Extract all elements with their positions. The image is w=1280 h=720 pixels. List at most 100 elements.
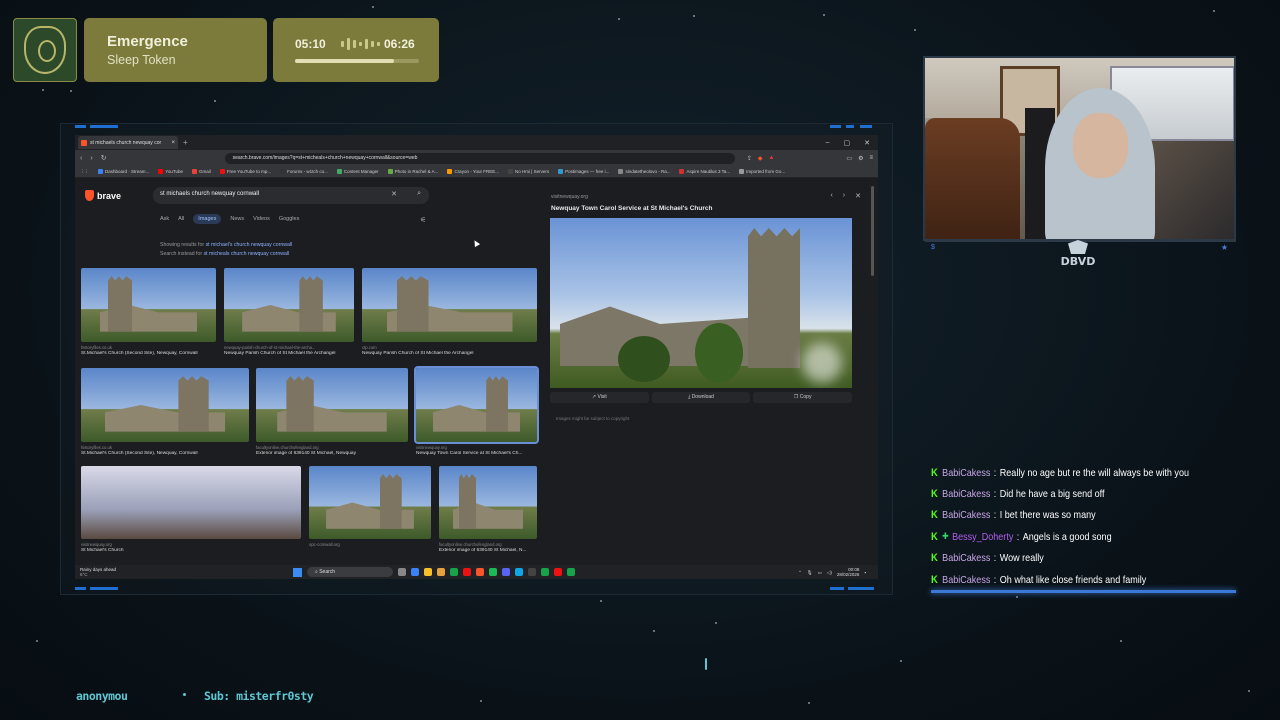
taskbar-app-icon[interactable] bbox=[567, 568, 575, 576]
next-image-icon[interactable]: › bbox=[843, 192, 845, 200]
result-caption[interactable]: Exterior image of 639140 St Michael, New… bbox=[256, 451, 408, 456]
result-thumbnail[interactable] bbox=[256, 368, 408, 442]
close-tab-icon[interactable]: × bbox=[171, 140, 175, 146]
forward-icon[interactable]: › bbox=[90, 155, 92, 162]
download-button[interactable]: ⤓ Download bbox=[651, 392, 751, 403]
taskbar-app-icon[interactable] bbox=[502, 568, 510, 576]
tab-ask[interactable]: Ask bbox=[160, 216, 169, 224]
sidebar-icon[interactable]: ▭ bbox=[846, 155, 852, 162]
tab-videos[interactable]: Videos bbox=[253, 216, 270, 224]
notification-icon[interactable]: ▪ bbox=[864, 570, 866, 575]
mic-icon[interactable]: 🎙 bbox=[807, 570, 813, 575]
corrected-query-link[interactable]: st michael's church newquay cornwall bbox=[206, 242, 293, 248]
taskbar-app-icon[interactable] bbox=[411, 568, 419, 576]
result-caption[interactable]: St.Michael's Church (Second Site), Newqu… bbox=[81, 351, 216, 356]
bookmark-item[interactable]: YouTube bbox=[158, 169, 183, 174]
tray-overflow-icon[interactable]: ⌃ bbox=[798, 570, 802, 575]
result-thumbnail[interactable] bbox=[414, 366, 539, 444]
preview-source[interactable]: visitnewquay.org bbox=[551, 194, 588, 200]
taskbar-app-icon[interactable] bbox=[437, 568, 445, 576]
image-result[interactable]: ctp.com Newquay Parish Church of St Micha… bbox=[362, 268, 537, 356]
back-icon[interactable]: ‹ bbox=[80, 155, 82, 162]
image-result[interactable]: facultyonline.churchofengland.org Exterio… bbox=[439, 466, 537, 553]
image-result[interactable]: opc-cornwall.org bbox=[309, 466, 431, 548]
page-scrollbar[interactable] bbox=[871, 186, 874, 276]
image-result[interactable]: visitnewquay.org St Michael's Church bbox=[81, 466, 301, 553]
result-caption[interactable]: Exterior image of 639140 St Michael, N..… bbox=[439, 548, 537, 553]
tab-goggles[interactable]: Goggles bbox=[279, 216, 300, 224]
original-query-link[interactable]: st micheals church newquay cornwall bbox=[204, 251, 290, 257]
bookmark-item[interactable]: Free YouTube to mp... bbox=[219, 169, 271, 174]
rewards-icon[interactable]: ▲ bbox=[768, 155, 774, 162]
new-tab-icon[interactable]: + bbox=[183, 138, 188, 147]
bookmark-item[interactable]: Aspire Nautilus 3 Ta... bbox=[679, 169, 730, 174]
taskbar-app-icon[interactable] bbox=[489, 568, 497, 576]
bookmark-item[interactable]: Forums - w1tch co... bbox=[280, 169, 328, 174]
taskbar-app-icon[interactable] bbox=[450, 568, 458, 576]
search-input[interactable]: st michaels church newquay cornwall ✕ ⌕ bbox=[153, 187, 429, 204]
image-result[interactable]: newquay-parish-church-of-st-michael-the-… bbox=[224, 268, 354, 356]
minimize-icon[interactable]: – bbox=[826, 139, 830, 147]
image-result[interactable]: facultyonline.churchofengland.org Exterio… bbox=[256, 368, 408, 456]
close-window-icon[interactable]: ✕ bbox=[864, 139, 870, 147]
taskbar-app-icon[interactable] bbox=[515, 568, 523, 576]
windows-start-icon[interactable] bbox=[293, 567, 302, 577]
bookmark-item[interactable]: sindatetheolovo - Ra... bbox=[618, 169, 670, 174]
preview-title[interactable]: Newquay Town Carol Service at St Michael… bbox=[551, 205, 712, 212]
image-result[interactable]: historyfiles.co.uk St.Michael's Church (S… bbox=[81, 268, 216, 356]
result-caption[interactable]: St.Michael's Church (Second Site), Newqu… bbox=[81, 451, 249, 456]
clear-search-icon[interactable]: ✕ bbox=[391, 190, 397, 198]
tab-all[interactable]: All bbox=[178, 216, 184, 224]
taskbar-app-icon[interactable] bbox=[541, 568, 549, 576]
image-result[interactable]: historyfiles.co.uk St.Michael's Church (S… bbox=[81, 368, 249, 456]
bookmark-item[interactable]: Photo in Rachel & A... bbox=[387, 169, 438, 174]
extensions-icon[interactable]: ⚙ bbox=[858, 155, 863, 162]
prev-image-icon[interactable]: ‹ bbox=[830, 192, 832, 200]
copy-button[interactable]: ❐ Copy bbox=[753, 392, 853, 403]
bookmark-item[interactable]: Crayon - Your FREE... bbox=[447, 169, 499, 174]
tab-news[interactable]: News bbox=[230, 216, 244, 224]
bookmark-item[interactable]: Gmail bbox=[191, 169, 211, 174]
result-caption[interactable]: Newquay Parish Church of St Michael the … bbox=[362, 351, 537, 356]
taskbar-app-icon[interactable] bbox=[424, 568, 432, 576]
taskbar-search[interactable]: ⌕ Search bbox=[307, 567, 393, 577]
result-thumbnail[interactable] bbox=[362, 268, 537, 342]
menu-icon[interactable]: ≡ bbox=[869, 155, 873, 162]
result-thumbnail[interactable] bbox=[224, 268, 354, 342]
taskbar-app-icon[interactable] bbox=[476, 568, 484, 576]
volume-icon[interactable]: ◁) bbox=[827, 570, 832, 575]
maximize-icon[interactable]: ▢ bbox=[844, 139, 851, 147]
bookmark-item[interactable]: Dashboard · Stream... bbox=[98, 169, 149, 174]
bookmark-item[interactable]: Postimages — free i... bbox=[558, 169, 609, 174]
taskbar-app-icon[interactable] bbox=[528, 568, 536, 576]
result-thumbnail[interactable] bbox=[81, 466, 301, 539]
result-thumbnail[interactable] bbox=[439, 466, 537, 539]
result-caption[interactable]: Newquay Town Carol Service at St Michael… bbox=[416, 451, 537, 456]
bookmark-item[interactable]: No Hmi | Servers bbox=[507, 169, 549, 174]
network-icon[interactable]: ▭ bbox=[818, 570, 822, 575]
close-preview-icon[interactable]: ✕ bbox=[855, 192, 861, 200]
address-bar[interactable]: search.brave.com/images?q=st+micheals+ch… bbox=[224, 152, 735, 164]
result-thumbnail[interactable] bbox=[81, 268, 216, 342]
brave-logo[interactable]: brave bbox=[85, 190, 121, 201]
search-icon[interactable]: ⌕ bbox=[417, 190, 421, 198]
share-icon[interactable]: ⇪ bbox=[747, 155, 752, 162]
browser-tab[interactable]: st michaels church newquay cor × bbox=[78, 136, 178, 149]
weather-widget[interactable]: Rainy days ahead 6°C bbox=[80, 567, 116, 577]
taskbar-app-icon[interactable] bbox=[554, 568, 562, 576]
result-thumbnail[interactable] bbox=[81, 368, 249, 442]
result-caption[interactable]: St Michael's Church bbox=[81, 548, 301, 553]
result-caption[interactable]: Newquay Parish Church of St Michael the … bbox=[224, 351, 354, 356]
reload-icon[interactable]: ↻ bbox=[101, 154, 107, 162]
visit-button[interactable]: ↗ Visit bbox=[550, 392, 649, 403]
taskbar-app-icon[interactable] bbox=[463, 568, 471, 576]
preview-image[interactable] bbox=[550, 218, 852, 388]
result-thumbnail[interactable] bbox=[309, 466, 431, 539]
bookmark-item[interactable]: Content Manager bbox=[336, 169, 379, 174]
clock[interactable]: 00:08 28/02/2026 bbox=[837, 567, 860, 577]
taskbar-app-icon[interactable] bbox=[398, 568, 406, 576]
apps-grid-icon[interactable]: ⋮⋮ bbox=[80, 169, 89, 175]
filter-icon[interactable]: ⚟ bbox=[420, 216, 426, 224]
bookmark-item[interactable]: Imported from Go... bbox=[739, 169, 785, 174]
tab-images[interactable]: Images bbox=[193, 214, 222, 224]
